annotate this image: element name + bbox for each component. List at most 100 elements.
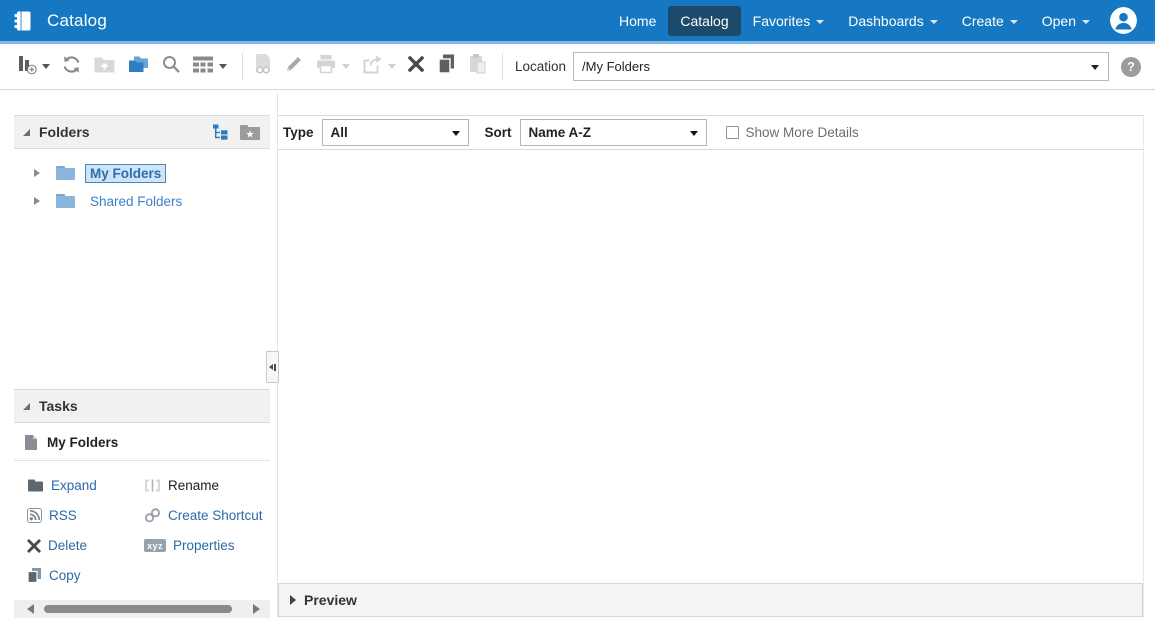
user-avatar[interactable]	[1110, 7, 1137, 34]
task-copy[interactable]: Copy	[27, 565, 144, 586]
task-delete[interactable]: Delete	[27, 535, 144, 556]
location-combobox[interactable]: /My Folders	[573, 52, 1109, 81]
scrollbar-thumb[interactable]	[44, 605, 232, 613]
refresh-button[interactable]	[61, 54, 82, 80]
document-icon	[24, 434, 38, 451]
new-button[interactable]	[16, 53, 50, 80]
catalog-filter-bar: Type All Sort Name A-Z Show More Details	[278, 115, 1143, 150]
delete-button[interactable]	[407, 55, 425, 78]
edit-button	[284, 54, 304, 79]
folders-icon	[127, 55, 150, 79]
search-icon	[161, 54, 181, 79]
task-rename[interactable]: Rename	[144, 475, 270, 496]
printer-icon	[315, 54, 337, 79]
type-label: Type	[283, 125, 314, 140]
chevron-down-icon	[42, 64, 50, 69]
show-more-details-checkbox[interactable]	[726, 126, 739, 139]
app-header: Catalog Home Catalog Favorites Dashboard…	[0, 0, 1155, 41]
content-right-edge	[1143, 115, 1144, 618]
properties-xyz-icon: xyz	[144, 539, 166, 552]
delete-x-icon	[407, 55, 425, 78]
chevron-down-icon	[690, 131, 698, 136]
location-label: Location	[515, 59, 566, 74]
expand-arrow-icon[interactable]	[34, 169, 40, 177]
tasks-context-item: My Folders	[14, 423, 270, 461]
chevron-down-icon	[816, 20, 824, 24]
chevron-down-icon	[1082, 20, 1090, 24]
help-button[interactable]: ?	[1121, 57, 1141, 77]
task-properties[interactable]: xyz Properties	[144, 535, 270, 556]
sort-select[interactable]: Name A-Z	[520, 119, 707, 146]
scroll-left-arrow[interactable]	[27, 604, 34, 614]
nav-item-dashboards[interactable]: Dashboards	[836, 6, 950, 36]
export-button	[361, 54, 396, 79]
open-object-button	[253, 53, 273, 80]
change-list-view-button[interactable]	[192, 55, 227, 78]
task-create-shortcut[interactable]: Create Shortcut	[144, 505, 270, 526]
chevron-down-icon	[930, 20, 938, 24]
nav-item-open[interactable]: Open	[1030, 6, 1102, 36]
folders-button[interactable]	[127, 55, 150, 79]
up-folder-icon	[93, 55, 116, 79]
tree-view-button[interactable]	[212, 124, 230, 140]
sort-label: Sort	[485, 125, 512, 140]
print-button	[315, 54, 350, 79]
list-view-icon	[192, 55, 214, 78]
tasks-panel: Tasks My Folders Expand	[14, 389, 270, 586]
tasks-panel-header[interactable]: Tasks	[14, 389, 270, 423]
tree-row-shared-folders: Shared Folders	[14, 187, 270, 215]
copy-icon	[436, 53, 456, 80]
folders-panel-title: Folders	[39, 124, 90, 140]
task-rss[interactable]: RSS	[27, 505, 144, 526]
folders-panel: Folders ★	[14, 115, 270, 215]
tasks-panel-title: Tasks	[39, 398, 78, 414]
collapse-triangle-icon	[23, 129, 30, 136]
preview-title: Preview	[304, 592, 357, 608]
paste-icon	[467, 53, 487, 80]
catalog-toolbar: Location /My Folders ?	[0, 44, 1155, 90]
folders-tree: My Folders Shared Folders	[14, 149, 270, 215]
folder-icon	[55, 193, 76, 209]
scroll-right-arrow[interactable]	[253, 604, 260, 614]
tree-item-my-folders[interactable]: My Folders	[85, 164, 166, 183]
collapse-triangle-icon	[23, 403, 30, 410]
expand-arrow-icon[interactable]	[34, 197, 40, 205]
copy-button[interactable]	[436, 53, 456, 80]
export-icon	[361, 54, 383, 79]
collapse-left-icon	[269, 364, 273, 370]
folders-panel-header[interactable]: Folders ★	[14, 115, 270, 149]
catalog-page: Catalog Home Catalog Favorites Dashboard…	[0, 0, 1155, 620]
edit-pencil-icon	[284, 54, 304, 79]
page-title: Catalog	[47, 11, 107, 31]
chevron-down-icon	[1091, 65, 1099, 70]
expand-folder-icon	[27, 479, 44, 492]
show-more-details-label: Show More Details	[746, 125, 859, 140]
left-panel-hscrollbar	[14, 600, 270, 618]
chevron-down-icon	[452, 131, 460, 136]
favorites-folder-button[interactable]: ★	[239, 124, 261, 141]
link-icon	[144, 508, 161, 523]
expand-arrow-icon	[290, 595, 296, 605]
search-button[interactable]	[161, 54, 181, 79]
type-value: All	[331, 125, 348, 140]
open-object-icon	[253, 53, 273, 80]
toolbar-separator	[502, 53, 503, 80]
folder-icon	[55, 165, 76, 181]
task-expand[interactable]: Expand	[27, 475, 144, 496]
nav-item-home[interactable]: Home	[607, 6, 668, 36]
nav-item-favorites[interactable]: Favorites	[741, 6, 837, 36]
new-icon	[16, 53, 37, 80]
paste-button	[467, 53, 487, 80]
tasks-context-label: My Folders	[47, 435, 118, 450]
preview-section-header[interactable]: Preview	[278, 583, 1143, 617]
panel-collapse-handle[interactable]	[266, 351, 279, 383]
nav-item-create[interactable]: Create	[950, 6, 1030, 36]
top-nav: Home Catalog Favorites Dashboards Create…	[607, 6, 1149, 36]
chevron-down-icon	[219, 64, 227, 69]
delete-x-icon	[27, 539, 41, 553]
tree-item-shared-folders[interactable]: Shared Folders	[85, 192, 187, 211]
star-icon: ★	[246, 129, 255, 140]
nav-item-catalog[interactable]: Catalog	[668, 6, 740, 36]
tasks-links: Expand Rename	[14, 461, 270, 586]
type-select[interactable]: All	[322, 119, 469, 146]
